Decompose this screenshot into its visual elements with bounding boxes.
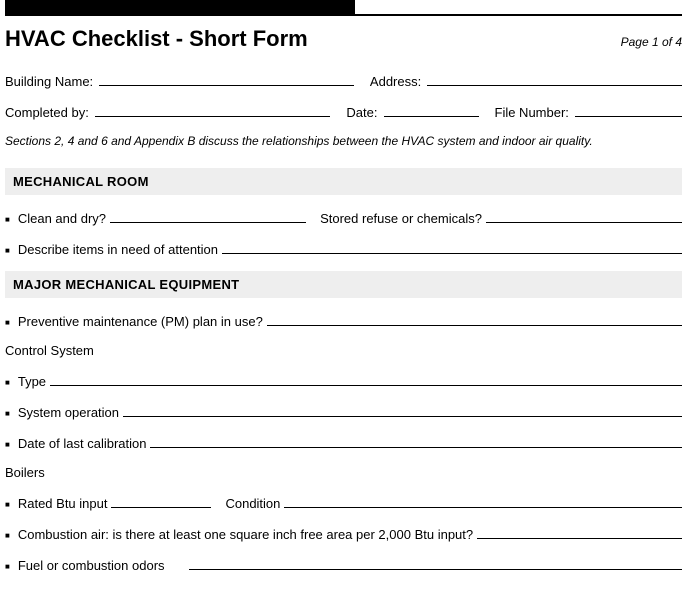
top-black-bar — [5, 0, 355, 14]
square-bullet-icon: ■ — [5, 440, 10, 449]
item-fuel-odors-row: ■ Fuel or combustion odors — [5, 556, 682, 573]
square-bullet-icon: ■ — [5, 409, 10, 418]
top-border-line — [5, 14, 682, 16]
fuel-odors-label: Fuel or combustion odors — [18, 558, 165, 573]
item-describe-row: ■ Describe items in need of attention — [5, 240, 682, 257]
address-field[interactable] — [427, 72, 682, 86]
pm-plan-field[interactable] — [267, 312, 682, 326]
square-bullet-icon: ■ — [5, 531, 10, 540]
control-system-heading: Control System — [5, 343, 682, 358]
note-text: Sections 2, 4 and 6 and Appendix B discu… — [5, 134, 682, 148]
page-title: HVAC Checklist - Short Form — [5, 26, 308, 52]
date-label: Date: — [346, 105, 377, 120]
field-row-2: Completed by: Date: File Number: — [5, 103, 682, 120]
section-mechanical-room: MECHANICAL ROOM — [5, 168, 682, 195]
item-type-row: ■ Type — [5, 372, 682, 389]
type-field[interactable] — [50, 372, 682, 386]
page-container: HVAC Checklist - Short Form Page 1 of 4 … — [0, 0, 687, 573]
square-bullet-icon: ■ — [5, 246, 10, 255]
item-btu-row: ■ Rated Btu input Condition — [5, 494, 682, 511]
system-op-label: System operation — [18, 405, 119, 420]
describe-field[interactable] — [222, 240, 682, 254]
section-major-equipment: MAJOR MECHANICAL EQUIPMENT — [5, 271, 682, 298]
clean-dry-label: Clean and dry? — [18, 211, 106, 226]
field-row-1: Building Name: Address: — [5, 72, 682, 89]
btu-label: Rated Btu input — [18, 496, 108, 511]
completed-by-field[interactable] — [95, 103, 331, 117]
item-system-op-row: ■ System operation — [5, 403, 682, 420]
stored-refuse-label: Stored refuse or chemicals? — [320, 211, 482, 226]
calibration-label: Date of last calibration — [18, 436, 147, 451]
item-combustion-row: ■ Combustion air: is there at least one … — [5, 525, 682, 542]
stored-refuse-field[interactable] — [486, 209, 682, 223]
completed-by-label: Completed by: — [5, 105, 89, 120]
combustion-label: Combustion air: is there at least one sq… — [18, 527, 473, 542]
square-bullet-icon: ■ — [5, 215, 10, 224]
file-number-label: File Number: — [495, 105, 569, 120]
file-number-field[interactable] — [575, 103, 682, 117]
btu-field[interactable] — [111, 494, 211, 508]
building-name-label: Building Name: — [5, 74, 93, 89]
condition-field[interactable] — [284, 494, 682, 508]
system-op-field[interactable] — [123, 403, 682, 417]
square-bullet-icon: ■ — [5, 500, 10, 509]
date-field[interactable] — [384, 103, 479, 117]
clean-dry-field[interactable] — [110, 209, 306, 223]
item-pm-plan-row: ■ Preventive maintenance (PM) plan in us… — [5, 312, 682, 329]
square-bullet-icon: ■ — [5, 562, 10, 571]
item-clean-dry-row: ■ Clean and dry? Stored refuse or chemic… — [5, 209, 682, 226]
boilers-heading: Boilers — [5, 465, 682, 480]
building-name-field[interactable] — [99, 72, 354, 86]
condition-label: Condition — [225, 496, 280, 511]
square-bullet-icon: ■ — [5, 318, 10, 327]
item-calibration-row: ■ Date of last calibration — [5, 434, 682, 451]
combustion-field[interactable] — [477, 525, 682, 539]
type-label: Type — [18, 374, 46, 389]
pm-plan-label: Preventive maintenance (PM) plan in use? — [18, 314, 263, 329]
address-label: Address: — [370, 74, 421, 89]
calibration-field[interactable] — [150, 434, 682, 448]
page-number: Page 1 of 4 — [621, 35, 682, 49]
header-row: HVAC Checklist - Short Form Page 1 of 4 — [5, 26, 682, 52]
square-bullet-icon: ■ — [5, 378, 10, 387]
fuel-odors-field[interactable] — [189, 556, 682, 570]
describe-label: Describe items in need of attention — [18, 242, 218, 257]
